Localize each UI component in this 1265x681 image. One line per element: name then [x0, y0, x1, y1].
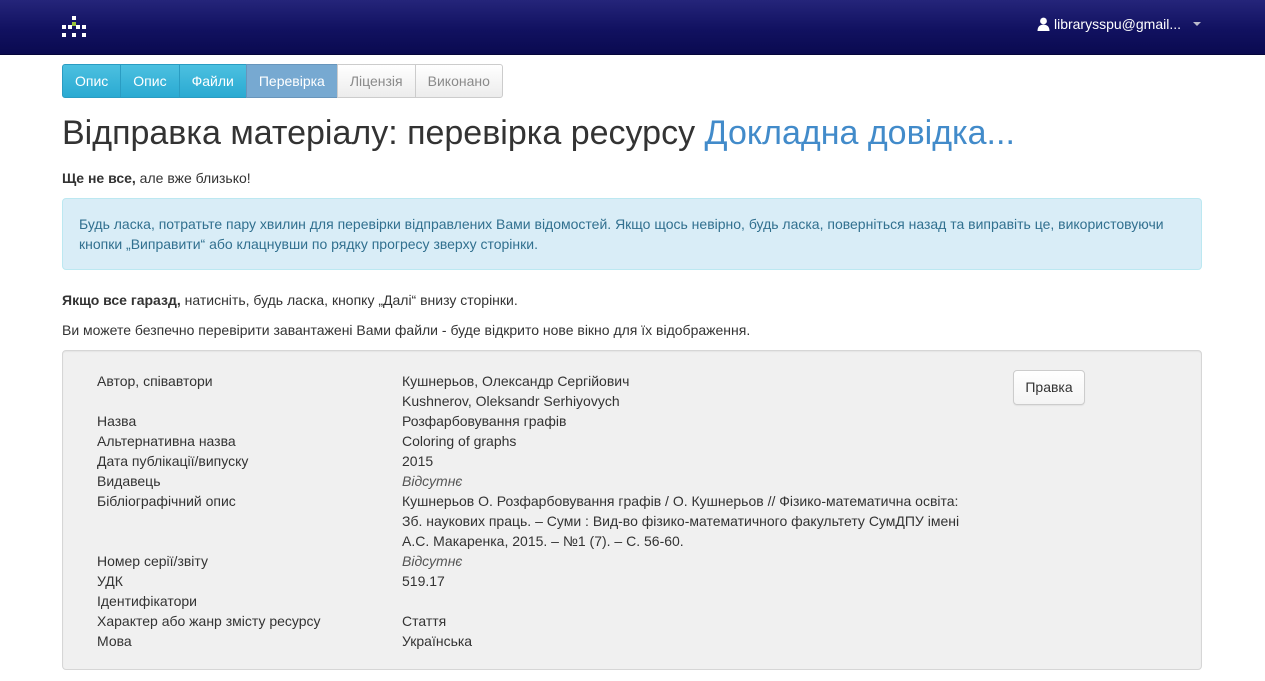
- citation-line: Кушнерьов О. Розфарбовування графів / О.…: [402, 493, 959, 509]
- progress-step-complete: Виконано: [414, 64, 503, 98]
- help-link[interactable]: Докладна довідка...: [705, 114, 1015, 152]
- series-value: Відсутнє: [402, 553, 463, 569]
- field-row-citation: Бібліографічний опис Кушнерьов О. Розфар…: [97, 491, 977, 551]
- page-title: Відправка матеріалу: перевірка ресурсу Д…: [62, 114, 1015, 153]
- field-row-authors: Автор, співавтори Кушнерьов, Олександр С…: [97, 371, 977, 411]
- progress-step-review[interactable]: Перевірка: [245, 64, 338, 98]
- field-label: Ідентифікатори: [97, 593, 197, 609]
- citation-line: А.С. Макаренка, 2015. – №1 (7). – С. 56-…: [402, 533, 684, 549]
- dspace-logo-icon[interactable]: [62, 16, 86, 38]
- top-navbar: librarysspu@gmail...: [0, 0, 1265, 55]
- files-note: Ви можете безпечно перевірити завантажен…: [62, 322, 751, 338]
- language-value: Українська: [402, 633, 473, 649]
- info-alert: Будь ласка, потратьте пару хвилин для пе…: [62, 198, 1202, 270]
- alt-title-value: Coloring of graphs: [402, 433, 517, 449]
- field-value: [402, 591, 977, 611]
- field-value: 2015: [402, 451, 977, 471]
- field-label: Дата публікації/випуску: [97, 453, 249, 469]
- field-row-udc: УДК 519.17: [97, 571, 977, 591]
- field-label: Назва: [97, 413, 137, 429]
- submission-progress: Опис Опис Файли Перевірка Ліцензія Викон…: [62, 64, 503, 98]
- field-label: УДК: [97, 573, 123, 589]
- field-value: Кушнерьов, Олександр Сергійович Kushnero…: [402, 371, 977, 411]
- field-value: 519.17: [402, 571, 977, 591]
- field-row-series: Номер серії/звіту Відсутнє: [97, 551, 977, 571]
- field-label: Характер або жанр змісту ресурсу: [97, 613, 321, 629]
- field-value: Відсутнє: [402, 551, 977, 571]
- field-value: Стаття: [402, 611, 977, 631]
- author-value: Kushnerov, Oleksandr Serhiyovych: [402, 393, 620, 409]
- user-email: librarysspu@gmail...: [1053, 16, 1181, 32]
- udc-value: 519.17: [402, 573, 445, 589]
- field-label: Видавець: [97, 473, 161, 489]
- review-panel: Автор, співавтори Кушнерьов, Олександр С…: [62, 350, 1202, 670]
- date-value: 2015: [402, 453, 434, 469]
- progress-step-license: Ліцензія: [336, 64, 416, 98]
- publisher-value: Відсутнє: [402, 473, 463, 489]
- progress-step-describe-2[interactable]: Опис: [120, 64, 180, 98]
- field-value: Відсутнє: [402, 471, 977, 491]
- title-value: Розфарбовування графів: [402, 413, 567, 429]
- field-value: Українська: [402, 631, 977, 651]
- field-label: Бібліографічний опис: [97, 493, 236, 509]
- field-label: Альтернативна назва: [97, 433, 236, 449]
- field-label: Номер серії/звіту: [97, 553, 208, 569]
- field-value: Coloring of graphs: [402, 431, 977, 451]
- intro-text: Ще не все, але вже близько!: [62, 170, 251, 186]
- field-row-publisher: Видавець Відсутнє: [97, 471, 977, 491]
- citation-line: Зб. наукових праць. – Суми : Вид-во фізи…: [402, 513, 960, 529]
- genre-value: Стаття: [402, 613, 447, 629]
- intro-rest: але вже близько!: [135, 170, 251, 186]
- page-title-text: Відправка матеріалу: перевірка ресурсу: [62, 114, 696, 152]
- field-label: Мова: [97, 633, 132, 649]
- intro-bold: Ще не все,: [62, 170, 136, 186]
- field-row-language: Мова Українська: [97, 631, 977, 651]
- field-value: Розфарбовування графів: [402, 411, 977, 431]
- author-value: Кушнерьов, Олександр Сергійович: [402, 373, 630, 389]
- user-icon: [1037, 17, 1050, 31]
- field-label: Автор, співавтори: [97, 373, 213, 389]
- instruction-text: Якщо все гаразд, натисніть, будь ласка, …: [62, 292, 518, 308]
- field-row-genre: Характер або жанр змісту ресурсу Стаття: [97, 611, 977, 631]
- field-row-title: Назва Розфарбовування графів: [97, 411, 977, 431]
- field-row-alt-title: Альтернативна назва Coloring of graphs: [97, 431, 977, 451]
- progress-step-files[interactable]: Файли: [178, 64, 247, 98]
- field-row-date: Дата публікації/випуску 2015: [97, 451, 977, 471]
- instruction-bold: Якщо все гаразд,: [62, 292, 181, 308]
- user-menu[interactable]: librarysspu@gmail...: [1037, 16, 1201, 32]
- review-field-list: Автор, співавтори Кушнерьов, Олександр С…: [97, 371, 977, 651]
- chevron-down-icon: [1193, 22, 1201, 26]
- instruction-rest: натисніть, будь ласка, кнопку „Далі“ вни…: [180, 292, 518, 308]
- field-row-identifiers: Ідентифікатори: [97, 591, 977, 611]
- field-value: Кушнерьов О. Розфарбовування графів / О.…: [402, 491, 977, 551]
- edit-description-button[interactable]: Правка: [1013, 370, 1085, 405]
- progress-step-describe-1[interactable]: Опис: [62, 64, 122, 98]
